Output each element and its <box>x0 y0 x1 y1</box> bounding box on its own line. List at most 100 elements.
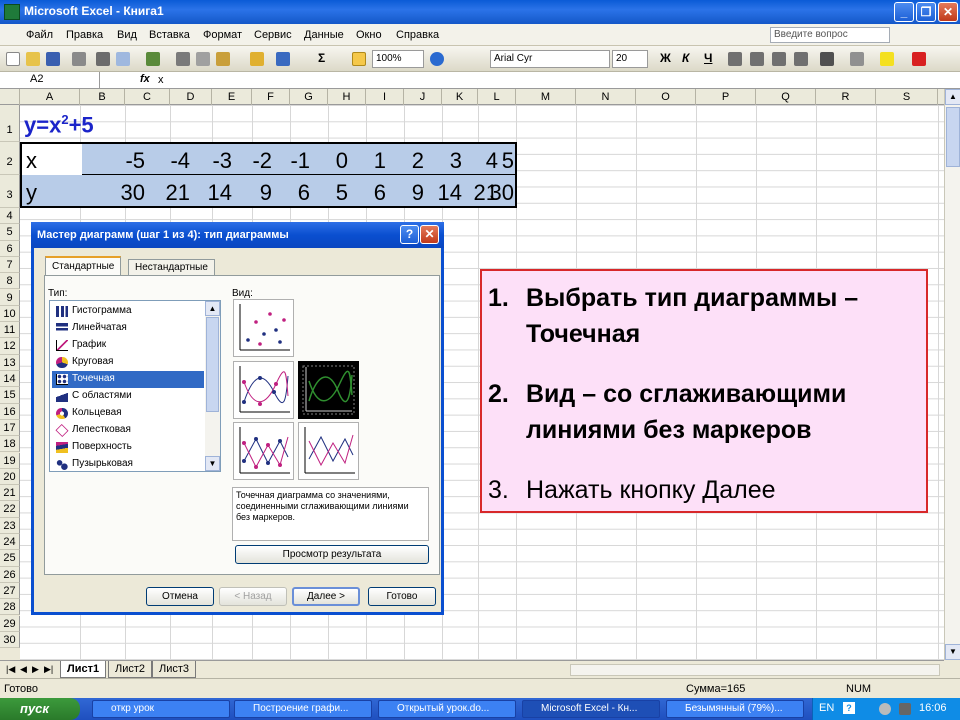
vertical-scrollbar[interactable]: ▲ ▼ <box>944 89 960 660</box>
row-header-26[interactable]: 26 <box>0 566 20 583</box>
column-header-l[interactable]: L <box>478 89 516 105</box>
chart-type-item[interactable]: С областями <box>52 388 204 405</box>
fill-color-icon[interactable] <box>880 52 894 66</box>
chart-type-item[interactable]: Пузырьковая <box>52 456 204 473</box>
last-sheet-button[interactable]: ▶| <box>44 664 53 675</box>
chart-type-item[interactable]: Круговая <box>52 354 204 371</box>
align-center-icon[interactable] <box>750 52 764 66</box>
subtype-smooth-markers[interactable] <box>233 361 294 419</box>
y-cell-c[interactable]: 21 <box>145 180 190 206</box>
preview-result-button[interactable]: Просмотр результата <box>235 545 429 564</box>
row-header-15[interactable]: 15 <box>0 387 20 404</box>
list-scroll-thumb[interactable] <box>206 317 219 412</box>
horizontal-scrollbar[interactable] <box>570 664 940 676</box>
x-cell-h[interactable]: 1 <box>348 148 386 174</box>
cancel-button[interactable]: Отмена <box>146 587 214 606</box>
column-header-h[interactable]: H <box>328 89 366 105</box>
menu-format[interactable]: Формат <box>203 29 242 41</box>
chart-type-item[interactable]: Поверхность <box>52 439 204 456</box>
subtype-straight-markers[interactable] <box>233 422 294 480</box>
row-header-30[interactable]: 30 <box>0 631 20 649</box>
column-header-g[interactable]: G <box>290 89 328 105</box>
row-header-8[interactable]: 8 <box>0 273 20 290</box>
align-left-icon[interactable] <box>728 52 742 66</box>
language-indicator[interactable]: EN <box>819 702 834 714</box>
row-header-28[interactable]: 28 <box>0 599 20 616</box>
list-scroll-up[interactable]: ▲ <box>205 301 220 316</box>
row-header-1[interactable]: 1 <box>0 105 20 142</box>
list-scroll-down[interactable]: ▼ <box>205 456 220 471</box>
column-header-n[interactable]: N <box>576 89 636 105</box>
column-header-s[interactable]: S <box>876 89 938 105</box>
y-cell-i[interactable]: 9 <box>386 180 424 206</box>
task-graph-doc[interactable]: Построение графи... <box>234 700 372 718</box>
fx-icon[interactable]: fx <box>140 73 150 85</box>
chart-type-item[interactable]: График <box>52 337 204 354</box>
zoom-select[interactable]: 100% <box>372 50 424 68</box>
row-header-16[interactable]: 16 <box>0 403 20 420</box>
format-painter-icon[interactable] <box>250 52 264 66</box>
y-cell-e[interactable]: 9 <box>232 180 272 206</box>
tab-standard[interactable]: Стандартные <box>45 256 122 275</box>
chart-type-item[interactable]: Кольцевая <box>52 405 204 422</box>
menu-view[interactable]: Вид <box>117 29 137 41</box>
row-header-9[interactable]: 9 <box>0 289 20 306</box>
column-header-d[interactable]: D <box>170 89 212 105</box>
menu-window[interactable]: Окно <box>356 29 382 41</box>
align-right-icon[interactable] <box>772 52 786 66</box>
close-button[interactable]: ✕ <box>938 2 958 22</box>
dialog-help-button[interactable]: ? <box>400 225 419 244</box>
row-header-23[interactable]: 23 <box>0 517 20 534</box>
task-paint[interactable]: Безымянный (79%)... <box>666 700 804 718</box>
column-header-o[interactable]: O <box>636 89 696 105</box>
finish-button[interactable]: Готово <box>368 587 436 606</box>
column-header-j[interactable]: J <box>404 89 442 105</box>
row-header-20[interactable]: 20 <box>0 468 20 486</box>
row-header-3[interactable]: 3 <box>0 175 20 208</box>
row-header-10[interactable]: 10 <box>0 305 20 323</box>
first-sheet-button[interactable]: |◀ <box>6 664 15 675</box>
row-header-25[interactable]: 25 <box>0 550 20 567</box>
row-header-22[interactable]: 22 <box>0 501 20 518</box>
row-header-14[interactable]: 14 <box>0 371 20 388</box>
formula-title-cell[interactable]: y=x2+5 <box>24 112 94 138</box>
help-tray-icon[interactable]: ? <box>843 702 855 714</box>
column-header-k[interactable]: K <box>442 89 478 105</box>
font-size-select[interactable]: 20 <box>612 50 648 68</box>
prev-sheet-button[interactable]: ◀ <box>20 664 27 675</box>
menu-insert[interactable]: Вставка <box>149 29 190 41</box>
sheet-tab-1[interactable]: Лист1 <box>60 661 107 678</box>
row-header-21[interactable]: 21 <box>0 485 20 502</box>
row-header-11[interactable]: 11 <box>0 322 20 339</box>
cut-icon[interactable] <box>176 52 190 66</box>
row-header-19[interactable]: 19 <box>0 452 20 469</box>
x-label-cell[interactable]: x <box>26 148 37 174</box>
chart-type-list[interactable]: Гистограмма Линейчатая График Круговая Т… <box>49 300 221 472</box>
font-color-icon[interactable] <box>912 52 926 66</box>
italic-button[interactable]: К <box>682 51 689 65</box>
row-header-18[interactable]: 18 <box>0 436 20 453</box>
autosum-icon[interactable]: Σ <box>318 51 325 65</box>
row-header-4[interactable]: 4 <box>0 208 20 225</box>
y-cell-b[interactable]: 30 <box>100 180 145 206</box>
network-tray-icon[interactable] <box>879 703 891 715</box>
menu-data[interactable]: Данные <box>304 29 344 41</box>
chart-wizard-icon[interactable] <box>352 52 366 66</box>
x-cell-g[interactable]: 0 <box>310 148 348 174</box>
y-cell-g[interactable]: 5 <box>310 180 348 206</box>
y-cell-f[interactable]: 6 <box>272 180 310 206</box>
formula-input[interactable]: x <box>158 74 164 86</box>
dialog-close-button[interactable]: ✕ <box>420 225 439 244</box>
row-header-6[interactable]: 6 <box>0 240 20 257</box>
sheet-tab-3[interactable]: Лист3 <box>152 661 197 678</box>
x-cell-c[interactable]: -4 <box>145 148 190 174</box>
x-cell-b[interactable]: -5 <box>100 148 145 174</box>
subtype-straight-lines[interactable] <box>298 422 359 480</box>
merge-center-icon[interactable] <box>794 52 808 66</box>
x-cell-f[interactable]: -1 <box>272 148 310 174</box>
ask-question-input[interactable]: Введите вопрос <box>770 27 890 43</box>
subtype-smooth-lines-selected[interactable] <box>298 361 359 419</box>
row-header-2[interactable]: 2 <box>0 142 20 175</box>
row-header-12[interactable]: 12 <box>0 338 20 355</box>
row-header-7[interactable]: 7 <box>0 256 20 274</box>
